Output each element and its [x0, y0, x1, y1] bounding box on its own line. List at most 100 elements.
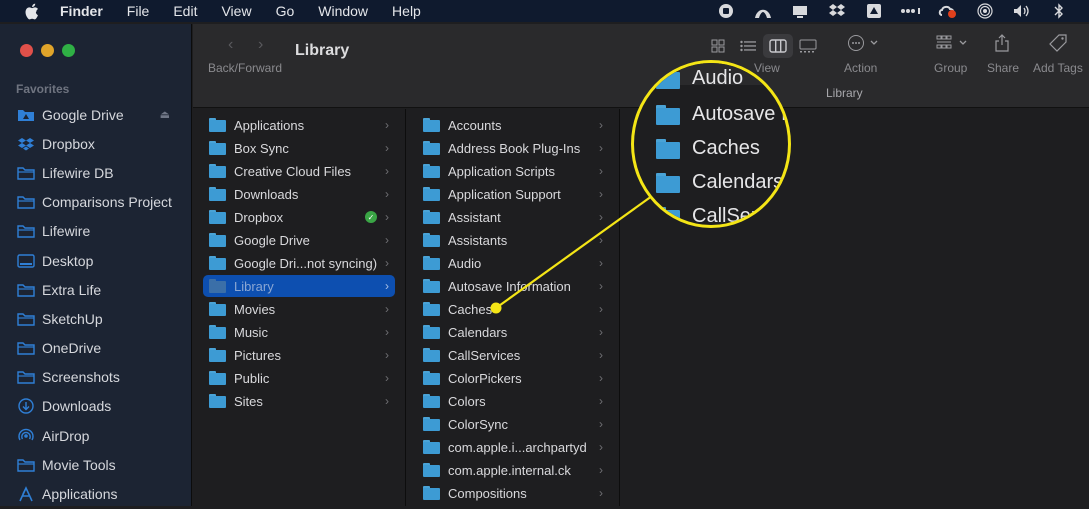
action-button[interactable]: [847, 34, 881, 52]
column-item-music[interactable]: Music ›: [203, 321, 395, 343]
column-item-assistants[interactable]: Assistants ›: [417, 229, 609, 251]
column-item-assistant[interactable]: Assistant ›: [417, 206, 609, 228]
sidebar-item-movie-tools[interactable]: Movie Tools: [0, 450, 192, 479]
menu-edit[interactable]: Edit: [173, 3, 197, 19]
column-item-google-drive[interactable]: Google Drive ›: [203, 229, 395, 251]
column-item-com-apple-internal-ck[interactable]: com.apple.internal.ck ›: [417, 459, 609, 481]
list-view-button[interactable]: [733, 34, 763, 58]
zoom-button[interactable]: [62, 44, 75, 57]
column-item-compositions[interactable]: Compositions ›: [417, 482, 609, 504]
chevron-right-icon: ›: [385, 187, 389, 201]
column-item-public[interactable]: Public ›: [203, 367, 395, 389]
folder-icon: [423, 463, 440, 477]
gallery-view-button[interactable]: [793, 34, 823, 58]
sidebar-item-dropbox[interactable]: Dropbox: [0, 129, 192, 158]
sidebar-item-airdrop[interactable]: AirDrop: [0, 421, 192, 450]
bluetooth-icon[interactable]: [1047, 0, 1071, 22]
back-forward-buttons: ‹ ›: [228, 36, 288, 54]
favorites-section-label: Favorites: [16, 82, 70, 96]
column-item-box-sync[interactable]: Box Sync ›: [203, 137, 395, 159]
forward-button[interactable]: ›: [258, 36, 288, 54]
column-item-creative-cloud-files[interactable]: Creative Cloud Files ›: [203, 160, 395, 182]
menu-finder[interactable]: Finder: [60, 3, 103, 19]
item-label: com.apple.i...archpartyd: [448, 439, 587, 455]
column-item-audio[interactable]: Audio ›: [417, 252, 609, 274]
window-title: Library: [295, 42, 350, 59]
column-item-calendars[interactable]: Calendars ›: [417, 321, 609, 343]
folder-icon: [17, 282, 35, 298]
google-drive-icon[interactable]: [862, 0, 886, 22]
column-item-application-support[interactable]: Application Support ›: [417, 183, 609, 205]
sidebar-item-lifewire[interactable]: Lifewire: [0, 217, 192, 246]
item-label: Music: [234, 324, 268, 340]
volume-icon[interactable]: [1010, 0, 1034, 22]
column-item-accounts[interactable]: Accounts ›: [417, 114, 609, 136]
column-item-downloads[interactable]: Downloads ›: [203, 183, 395, 205]
minimize-button[interactable]: [41, 44, 54, 57]
column-item-applications[interactable]: Applications ›: [203, 114, 395, 136]
item-label: Movies: [234, 301, 276, 317]
column-item-colorpickers[interactable]: ColorPickers ›: [417, 367, 609, 389]
dropbox-icon[interactable]: [825, 0, 849, 22]
group-button[interactable]: [936, 34, 970, 52]
sidebar-item-comparisons-project[interactable]: Comparisons Project: [0, 188, 192, 217]
status-menu-extras: [701, 0, 1089, 22]
display-icon[interactable]: [788, 0, 812, 22]
column-item-com-apple-i-archpartyd[interactable]: com.apple.i...archpartyd ›: [417, 436, 609, 458]
column-item-autosave-information[interactable]: Autosave Information ›: [417, 275, 609, 297]
column-item-address-book-plug-ins[interactable]: Address Book Plug-Ins ›: [417, 137, 609, 159]
item-label: Public: [234, 370, 270, 386]
chevron-right-icon: ›: [385, 279, 389, 293]
screen-record-icon[interactable]: [714, 0, 738, 22]
item-label: Autosave Information: [448, 278, 571, 294]
share-button[interactable]: [994, 34, 1010, 52]
item-label: Application Scripts: [448, 163, 555, 179]
folder-icon: [656, 172, 680, 193]
vpn-icon[interactable]: [751, 0, 775, 22]
column-view-button[interactable]: [763, 34, 793, 58]
column-item-library[interactable]: Library ›: [203, 275, 395, 297]
sidebar-item-applications[interactable]: Applications: [0, 479, 192, 508]
back-button[interactable]: ‹: [228, 36, 258, 54]
sidebar-item-extra-life[interactable]: Extra Life: [0, 275, 192, 304]
menu-window[interactable]: Window: [318, 3, 368, 19]
sidebar-item-sketchup[interactable]: SketchUp: [0, 304, 192, 333]
chevron-right-icon: ›: [385, 164, 389, 178]
close-button[interactable]: [20, 44, 33, 57]
sidebar-item-google-drive[interactable]: Google Drive ⏏: [0, 100, 192, 129]
column-item-sites[interactable]: Sites ›: [203, 390, 395, 412]
column-item-movies[interactable]: Movies ›: [203, 298, 395, 320]
column-item-callservices[interactable]: CallServices ›: [417, 344, 609, 366]
menu-view[interactable]: View: [221, 3, 251, 19]
item-label: Applications: [234, 117, 305, 133]
folder-icon: [17, 340, 35, 356]
sidebar-item-desktop[interactable]: Desktop: [0, 246, 192, 275]
creative-cloud-icon[interactable]: [936, 0, 960, 22]
column-item-google-dri-not-syncing[interactable]: Google Dri...not syncing) ›: [203, 252, 395, 274]
chevron-right-icon: ›: [599, 348, 603, 362]
column-item-colors[interactable]: Colors ›: [417, 390, 609, 412]
apple-menu-icon[interactable]: [22, 3, 40, 20]
sidebar-item-lifewire-db[interactable]: Lifewire DB: [0, 158, 192, 187]
menu-go[interactable]: Go: [276, 3, 295, 19]
add-tags-button[interactable]: [1049, 34, 1067, 52]
magnified-item-caches: Caches: [656, 137, 760, 160]
column-item-colorsync[interactable]: ColorSync ›: [417, 413, 609, 435]
item-label: Caches: [448, 301, 493, 317]
column-item-application-scripts[interactable]: Application Scripts ›: [417, 160, 609, 182]
menu-file[interactable]: File: [127, 3, 150, 19]
column-item-dropbox[interactable]: Dropbox ✓ ›: [203, 206, 395, 228]
sidebar-item-label: Comparisons Project: [42, 194, 172, 211]
sidebar-item-label: Lifewire DB: [42, 164, 114, 181]
sidebar-item-onedrive[interactable]: OneDrive: [0, 334, 192, 363]
eject-icon[interactable]: ⏏: [160, 108, 170, 121]
sidebar-item-downloads[interactable]: Downloads: [0, 392, 192, 421]
more-dots-icon[interactable]: [899, 0, 923, 22]
column-item-caches[interactable]: Caches ›: [417, 298, 609, 320]
airdrop-wireless-icon[interactable]: [973, 0, 997, 22]
menu-help[interactable]: Help: [392, 3, 421, 19]
item-label: Assistant: [448, 209, 501, 225]
column-item-pictures[interactable]: Pictures ›: [203, 344, 395, 366]
icon-view-button[interactable]: [703, 34, 733, 58]
sidebar-item-screenshots[interactable]: Screenshots: [0, 363, 192, 392]
